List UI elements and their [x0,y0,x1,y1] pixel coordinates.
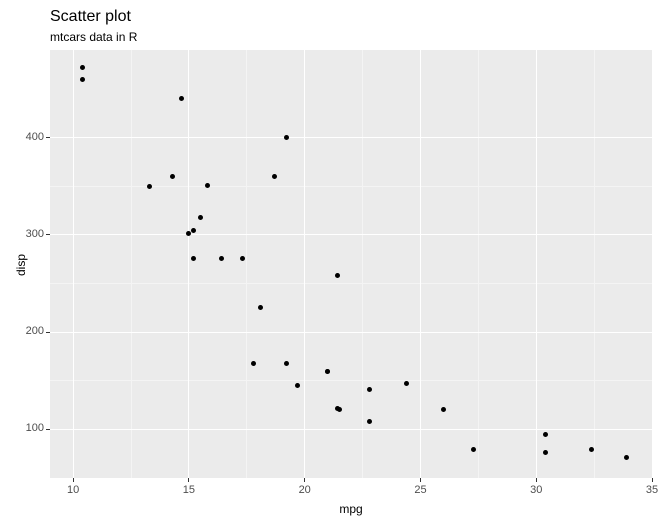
grid-major-v [420,50,421,478]
y-tick-label: 100 [26,422,44,434]
grid-minor-v [246,50,247,478]
x-tick [420,478,421,482]
y-tick [46,332,50,333]
grid-major-h [50,137,652,138]
y-axis-title: disp [14,254,28,276]
y-tick-label: 200 [26,325,44,337]
data-point [284,361,289,366]
grid-minor-v [478,50,479,478]
chart-title: Scatter plot [50,8,131,26]
y-tick-label: 400 [26,131,44,143]
data-point [191,256,196,261]
grid-minor-h [50,283,652,284]
x-tick [304,478,305,482]
data-point [272,174,277,179]
y-tick [46,234,50,235]
x-tick-label: 35 [642,484,662,496]
grid-major-h [50,234,652,235]
x-tick [73,478,74,482]
data-point [251,361,256,366]
data-point [147,184,152,189]
y-tick [46,137,50,138]
grid-major-h [50,332,652,333]
x-axis-title: mpg [331,502,371,516]
data-point [219,256,224,261]
grid-major-v [652,50,653,478]
grid-minor-v [131,50,132,478]
data-point [205,183,210,188]
data-point [80,77,85,82]
grid-minor-v [594,50,595,478]
data-point [543,432,548,437]
x-tick [652,478,653,482]
data-point [198,215,203,220]
grid-major-h [50,429,652,430]
grid-minor-h [50,186,652,187]
data-point [80,65,85,70]
x-tick-label: 10 [63,484,83,496]
plot-panel [50,50,652,478]
grid-minor-v [362,50,363,478]
data-point [325,369,330,374]
x-tick-label: 30 [526,484,546,496]
y-tick-label: 300 [26,228,44,240]
grid-major-v [188,50,189,478]
scatter-chart: Scatter plot mtcars data in R disp mpg 1… [0,0,662,522]
x-tick [536,478,537,482]
x-tick-label: 15 [179,484,199,496]
data-point [284,135,289,140]
grid-minor-h [50,380,652,381]
x-tick-label: 20 [295,484,315,496]
data-point [367,387,372,392]
grid-major-v [304,50,305,478]
chart-subtitle: mtcars data in R [50,30,137,44]
y-tick [46,429,50,430]
x-tick-label: 25 [410,484,430,496]
data-point [335,273,340,278]
data-point [240,256,245,261]
x-tick [188,478,189,482]
grid-major-v [536,50,537,478]
grid-major-v [73,50,74,478]
